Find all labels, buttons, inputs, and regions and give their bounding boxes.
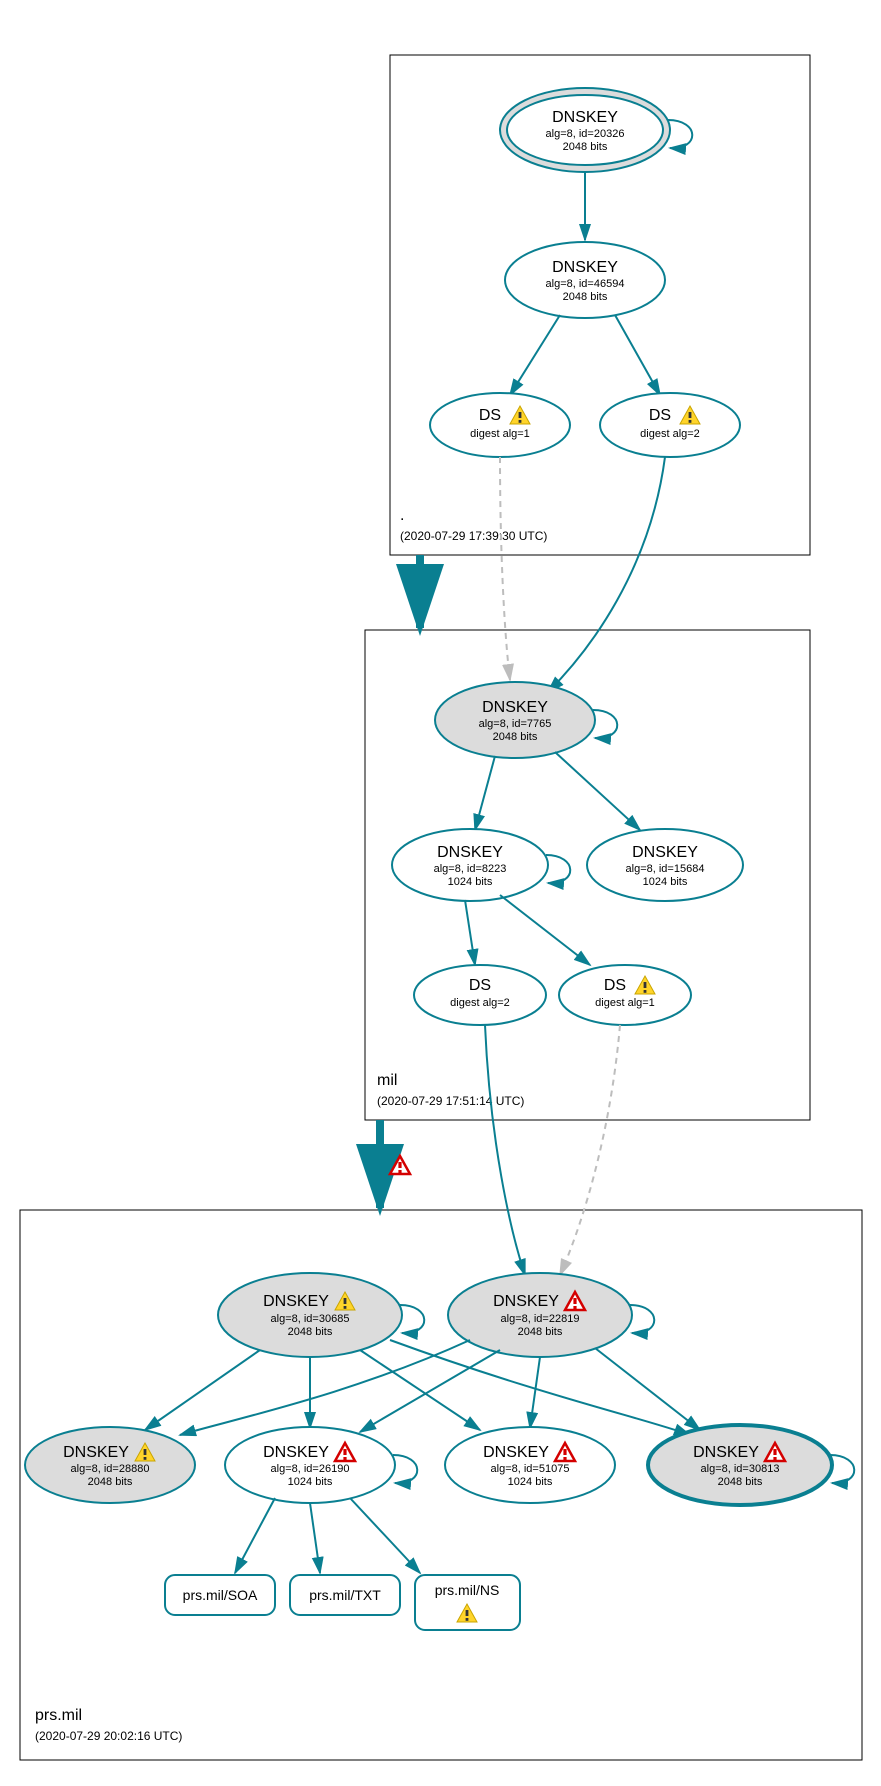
error-icon	[390, 1156, 410, 1174]
svg-text:alg=8, id=30685: alg=8, id=30685	[271, 1313, 350, 1325]
svg-text:digest alg=2: digest alg=2	[450, 997, 510, 1009]
node-mil-ksk: DNSKEY alg=8, id=7765 2048 bits	[435, 682, 595, 758]
node-prs-k2: DNSKEY alg=8, id=22819 2048 bits	[448, 1273, 632, 1357]
node-prs-txt: prs.mil/TXT	[290, 1575, 400, 1615]
node-mil-zsk2: DNSKEY alg=8, id=15684 1024 bits	[587, 829, 743, 901]
svg-text:2048 bits: 2048 bits	[563, 141, 608, 153]
edge-k4-soa	[235, 1498, 275, 1573]
svg-text:2048 bits: 2048 bits	[493, 731, 538, 743]
svg-text:alg=8, id=46594: alg=8, id=46594	[546, 278, 625, 290]
edge-prs-k6-self	[830, 1455, 854, 1483]
svg-text:DS: DS	[649, 407, 671, 424]
svg-text:DNSKEY: DNSKEY	[63, 1444, 129, 1461]
zone-prs-label: prs.mil	[35, 1707, 82, 1724]
edge-mil-ksk-self	[593, 710, 617, 738]
edge-milksk-zsk2	[555, 752, 640, 830]
zone-mil-time: (2020-07-29 17:51:14 UTC)	[377, 1094, 524, 1108]
svg-text:2048 bits: 2048 bits	[518, 1326, 563, 1338]
edge-milzsk-ds1	[500, 895, 590, 965]
svg-text:alg=8, id=22819: alg=8, id=22819	[501, 1313, 580, 1325]
svg-text:DNSKEY: DNSKEY	[552, 259, 618, 276]
svg-text:prs.mil/NS: prs.mil/NS	[435, 1582, 500, 1598]
node-root-zsk: DNSKEY alg=8, id=46594 2048 bits	[505, 242, 665, 318]
edge-milzsk-ds2	[465, 900, 475, 965]
svg-text:DNSKEY: DNSKEY	[493, 1293, 559, 1310]
svg-text:DS: DS	[469, 977, 491, 994]
edge-prs-k4-self	[393, 1455, 417, 1483]
edge-k4-ns	[350, 1498, 420, 1573]
node-mil-ds1: DS digest alg=1	[559, 965, 691, 1025]
node-prs-k4: DNSKEY alg=8, id=26190 1024 bits	[225, 1427, 395, 1503]
svg-text:alg=8, id=8223: alg=8, id=8223	[434, 863, 507, 875]
svg-text:1024 bits: 1024 bits	[643, 876, 688, 888]
svg-text:prs.mil/TXT: prs.mil/TXT	[309, 1587, 381, 1603]
node-prs-soa: prs.mil/SOA	[165, 1575, 275, 1615]
node-root-ds2: DS digest alg=2	[600, 393, 740, 457]
node-prs-k1: DNSKEY alg=8, id=30685 2048 bits	[218, 1273, 402, 1357]
svg-text:1024 bits: 1024 bits	[448, 876, 493, 888]
svg-text:2048 bits: 2048 bits	[563, 291, 608, 303]
edge-milksk-zsk1	[475, 756, 495, 830]
edge-root-ksk-self	[668, 120, 692, 148]
node-prs-ns: prs.mil/NS	[415, 1575, 520, 1630]
node-prs-k3: DNSKEY alg=8, id=28880 2048 bits	[25, 1427, 195, 1503]
zone-mil-label: mil	[377, 1072, 397, 1089]
zone-root-label: .	[400, 507, 404, 524]
svg-text:alg=8, id=51075: alg=8, id=51075	[491, 1463, 570, 1475]
edge-k2-k6	[595, 1348, 700, 1430]
svg-text:alg=8, id=26190: alg=8, id=26190	[271, 1463, 350, 1475]
edge-ds2-prsk2	[485, 1025, 525, 1275]
svg-text:alg=8, id=20326: alg=8, id=20326	[546, 128, 625, 140]
node-mil-ds2: DS digest alg=2	[414, 965, 546, 1025]
svg-text:DNSKEY: DNSKEY	[632, 844, 698, 861]
edge-prs-k1-self	[400, 1305, 424, 1333]
edge-k4-txt	[310, 1503, 320, 1573]
svg-text:DNSKEY: DNSKEY	[437, 844, 503, 861]
svg-text:1024 bits: 1024 bits	[288, 1476, 333, 1488]
node-mil-zsk1: DNSKEY alg=8, id=8223 1024 bits	[392, 829, 548, 901]
edge-ds2-milksk	[548, 457, 665, 692]
svg-text:alg=8, id=30813: alg=8, id=30813	[701, 1463, 780, 1475]
svg-text:DNSKEY: DNSKEY	[263, 1293, 329, 1310]
edge-root-zsk-ds1	[510, 315, 560, 395]
svg-text:digest alg=1: digest alg=1	[595, 997, 655, 1009]
edge-ds1-prsk2	[560, 1025, 620, 1275]
svg-text:prs.mil/SOA: prs.mil/SOA	[183, 1587, 258, 1603]
svg-text:DS: DS	[479, 407, 501, 424]
edge-mil-zsk1-self	[546, 855, 570, 883]
svg-text:DNSKEY: DNSKEY	[693, 1444, 759, 1461]
svg-text:DNSKEY: DNSKEY	[483, 1444, 549, 1461]
svg-text:2048 bits: 2048 bits	[88, 1476, 133, 1488]
svg-text:digest alg=2: digest alg=2	[640, 428, 700, 440]
svg-text:2048 bits: 2048 bits	[288, 1326, 333, 1338]
node-prs-k6: DNSKEY alg=8, id=30813 2048 bits	[648, 1425, 832, 1505]
svg-text:2048 bits: 2048 bits	[718, 1476, 763, 1488]
node-root-ksk: DNSKEY alg=8, id=20326 2048 bits	[500, 88, 670, 172]
svg-text:DS: DS	[604, 977, 626, 994]
edge-k2-k5	[530, 1357, 540, 1428]
svg-text:alg=8, id=15684: alg=8, id=15684	[626, 863, 705, 875]
edge-root-zsk-ds2	[615, 315, 660, 395]
node-root-ds1: DS digest alg=1	[430, 393, 570, 457]
svg-text:DNSKEY: DNSKEY	[552, 109, 618, 126]
edge-k2-k4	[360, 1350, 500, 1432]
node-prs-k5: DNSKEY alg=8, id=51075 1024 bits	[445, 1427, 615, 1503]
svg-text:DNSKEY: DNSKEY	[482, 699, 548, 716]
edge-prs-k2-self	[630, 1305, 654, 1333]
edge-ds1-milksk	[500, 457, 510, 680]
svg-text:DNSKEY: DNSKEY	[263, 1444, 329, 1461]
zone-prs-time: (2020-07-29 20:02:16 UTC)	[35, 1729, 182, 1743]
zone-root-time: (2020-07-29 17:39:30 UTC)	[400, 529, 547, 543]
svg-text:alg=8, id=7765: alg=8, id=7765	[479, 718, 552, 730]
svg-text:alg=8, id=28880: alg=8, id=28880	[71, 1463, 150, 1475]
svg-text:1024 bits: 1024 bits	[508, 1476, 553, 1488]
svg-text:digest alg=1: digest alg=1	[470, 428, 530, 440]
